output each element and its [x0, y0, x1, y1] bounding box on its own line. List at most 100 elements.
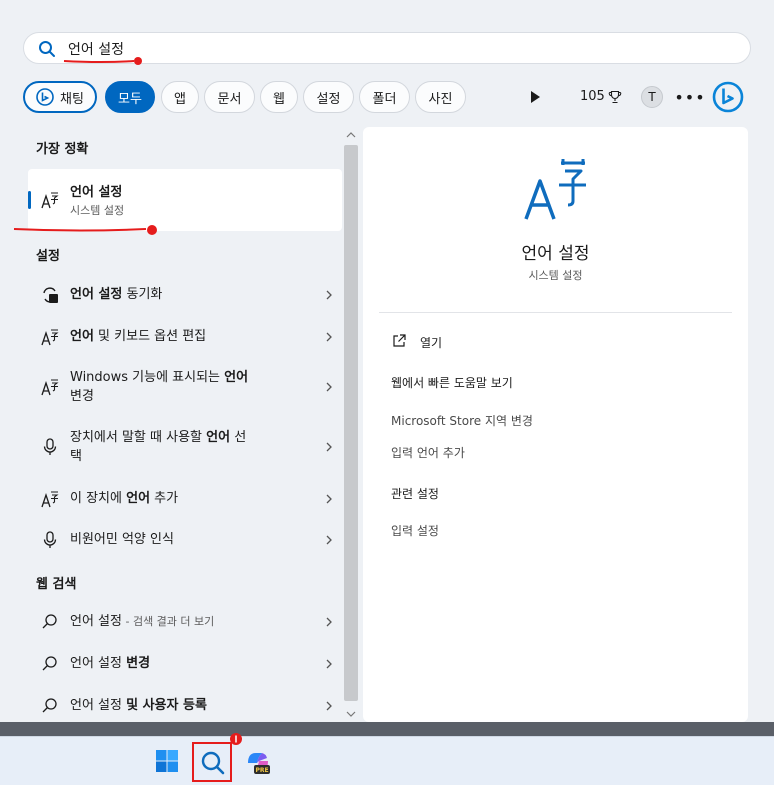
settings-header: 설정 — [36, 249, 60, 264]
best-match-title: 언어 설정 — [70, 185, 123, 200]
avatar[interactable]: T — [641, 86, 663, 108]
list-item[interactable]: 언어 및 키보드 옵션 편집 — [28, 318, 342, 356]
preview-title: 언어 설정 — [521, 244, 590, 264]
list-item[interactable]: 언어 설정 동기화 — [28, 276, 342, 314]
filter-folders[interactable]: 폴더 — [359, 81, 410, 113]
list-item-label: 언어 설정 동기화 — [70, 285, 320, 304]
filter-documents[interactable]: 문서 — [204, 81, 255, 113]
filter-chat[interactable]: 채팅 — [23, 81, 97, 113]
filter-settings-label: 설정 — [316, 91, 341, 107]
chevron-right-icon — [326, 290, 332, 300]
svg-text:PRE: PRE — [255, 767, 268, 774]
chevron-right-icon — [326, 701, 332, 711]
list-item-label: 장치에서 말할 때 사용할 언어 선택 — [70, 428, 320, 466]
list-item-line1: Windows 기능에 표시되는 — [70, 370, 225, 385]
related-setting-link[interactable]: 입력 설정 — [391, 522, 439, 539]
annotation-underline-icon — [63, 57, 142, 65]
chevron-right-icon — [326, 382, 332, 392]
selection-accent — [28, 191, 31, 209]
preview-subtitle: 시스템 설정 — [528, 269, 583, 282]
list-item[interactable]: 장치에서 말할 때 사용할 언어 선택 — [28, 422, 342, 468]
desktop-background — [0, 722, 774, 736]
list-item-line2: 변경 — [70, 389, 94, 404]
list-item-bold: 언어 설정 — [70, 287, 123, 302]
list-item-label: 언어 설정 - 검색 결과 더 보기 — [70, 612, 320, 631]
list-item-bold: 언어 — [70, 329, 94, 344]
list-item-bold: 언어 — [224, 370, 249, 385]
web-help-link[interactable]: Microsoft Store 지역 변경 — [391, 412, 533, 429]
more-options-button[interactable]: ••• — [674, 86, 704, 108]
search-icon — [201, 751, 225, 775]
language-icon — [41, 329, 59, 346]
play-icon[interactable] — [526, 88, 544, 106]
filter-all[interactable]: 모두 — [105, 81, 155, 113]
list-item[interactable]: 이 장치에 언어 추가 — [28, 480, 342, 518]
list-item[interactable]: Windows 기능에 표시되는 언어변경 — [28, 362, 342, 408]
chevron-right-icon — [326, 494, 332, 504]
bing-logo-icon[interactable] — [712, 81, 744, 113]
filter-photos[interactable]: 사진 — [415, 81, 466, 113]
microphone-icon — [43, 438, 57, 455]
list-item-bold: 변경 — [126, 656, 151, 671]
windows-start-icon[interactable] — [155, 749, 179, 773]
language-icon — [524, 159, 586, 220]
list-item-line1: 장치에서 말할 때 사용할 — [70, 430, 207, 445]
web-help-link[interactable]: 입력 언어 추가 — [391, 444, 465, 461]
filter-settings[interactable]: 설정 — [303, 81, 354, 113]
related-settings-header: 관련 설정 — [391, 487, 439, 501]
filter-photos-label: 사진 — [428, 91, 453, 107]
filter-web[interactable]: 웹 — [260, 81, 298, 113]
rewards-points-value: 105 — [580, 89, 605, 104]
microphone-icon — [43, 531, 57, 548]
filter-all-label: 모두 — [118, 91, 142, 107]
list-item-bold: 및 사용자 등록 — [126, 698, 207, 713]
list-item-line2: 택 — [70, 449, 82, 464]
list-item-label: Windows 기능에 표시되는 언어변경 — [70, 368, 320, 406]
web-help-header: 웹에서 빠른 도움말 보기 — [391, 376, 513, 390]
list-item-rest: 추가 — [150, 491, 179, 506]
annotation-underline-icon — [13, 225, 157, 235]
list-item[interactable]: 언어 설정 변경 — [28, 645, 342, 683]
preview-pane: 언어 설정 시스템 설정 열기 웹에서 빠른 도움말 보기 Microsoft … — [363, 127, 748, 722]
list-item-label: 언어 및 키보드 옵션 편집 — [70, 327, 320, 346]
rewards-points[interactable]: 105 — [580, 89, 622, 104]
open-external-icon — [393, 334, 406, 347]
language-icon — [41, 491, 59, 508]
filter-apps-label: 앱 — [174, 91, 186, 107]
list-item[interactable]: 언어 설정 및 사용자 등록 — [28, 687, 342, 725]
search-icon — [42, 698, 57, 713]
filter-documents-label: 문서 — [217, 91, 242, 107]
list-item-label: 비원어민 억양 인식 — [70, 532, 174, 547]
list-item-dim: - 검색 결과 더 보기 — [121, 615, 215, 628]
copilot-icon[interactable]: PRE — [244, 749, 272, 775]
open-action[interactable]: 열기 — [420, 334, 442, 351]
list-item-plain: 언어 설정 — [70, 698, 127, 713]
scroll-up-icon[interactable] — [346, 130, 356, 140]
scrollbar-thumb[interactable] — [344, 145, 358, 701]
chevron-right-icon — [326, 332, 332, 342]
search-icon — [42, 614, 57, 629]
list-item-bold: 언어 — [126, 491, 151, 506]
list-item-rest: 및 키보드 옵션 편집 — [93, 329, 207, 344]
scrollbar[interactable] — [343, 127, 359, 721]
list-item-label: 언어 설정 및 사용자 등록 — [70, 696, 320, 715]
list-item-rest: 동기화 — [122, 287, 163, 302]
list-item-pre: 이 장치에 — [70, 491, 127, 506]
language-icon — [41, 379, 59, 396]
filter-web-label: 웹 — [273, 91, 285, 107]
list-item[interactable]: 언어 설정 - 검색 결과 더 보기 — [28, 603, 342, 641]
search-icon — [39, 41, 55, 57]
list-item-label: 언어 설정 변경 — [70, 654, 320, 673]
taskbar — [0, 736, 774, 785]
list-item-rest: 선 — [230, 430, 247, 445]
chevron-right-icon — [326, 535, 332, 545]
list-item-plain: 언어 설정 — [70, 614, 122, 629]
divider — [379, 312, 732, 313]
list-item[interactable]: 비원어민 억양 인식 — [28, 521, 342, 559]
taskbar-search-button[interactable] — [192, 742, 232, 782]
filter-apps[interactable]: 앱 — [161, 81, 199, 113]
annotation-marker-icon — [230, 733, 242, 745]
sync-language-icon — [43, 287, 58, 303]
search-input[interactable] — [68, 37, 728, 61]
scroll-down-icon[interactable] — [346, 709, 356, 719]
